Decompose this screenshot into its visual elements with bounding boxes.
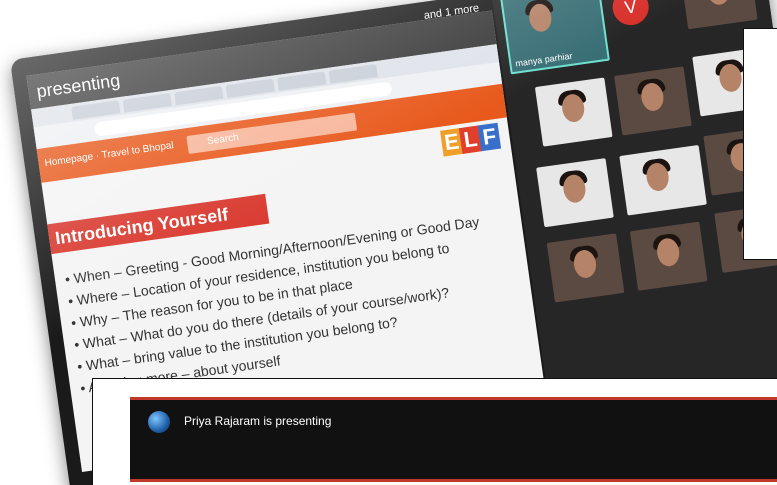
participant-tile[interactable] — [614, 66, 692, 136]
participant-name: manya parhiar — [514, 50, 574, 69]
participant-tile[interactable] — [619, 145, 707, 216]
elf-logo: E L F — [440, 122, 503, 171]
presenting-banner-text: Priya Rajaram is presenting — [184, 414, 332, 428]
participant-tile-presenter[interactable]: manya parhiar — [499, 0, 610, 75]
participant-tile[interactable] — [536, 158, 614, 228]
banner-top-border — [130, 397, 777, 400]
presenting-banner: Priya Rajaram is presenting — [130, 397, 777, 482]
participant-tile[interactable] — [679, 0, 758, 30]
participant-tile[interactable] — [629, 221, 708, 291]
overlay-frame-right — [743, 28, 777, 260]
photo-scene: presenting Homepage · Travel to Bhopal S… — [0, 0, 777, 485]
participant-tile[interactable] — [546, 233, 625, 303]
site-nav-text[interactable]: Homepage · Travel to Bhopal — [44, 140, 174, 169]
logo-letter-f: F — [477, 122, 502, 152]
participant-tile[interactable] — [534, 77, 613, 147]
banner-bottom-border — [130, 479, 777, 482]
participant-avatar-v[interactable]: V — [610, 0, 652, 28]
globe-avatar-icon — [148, 411, 170, 433]
